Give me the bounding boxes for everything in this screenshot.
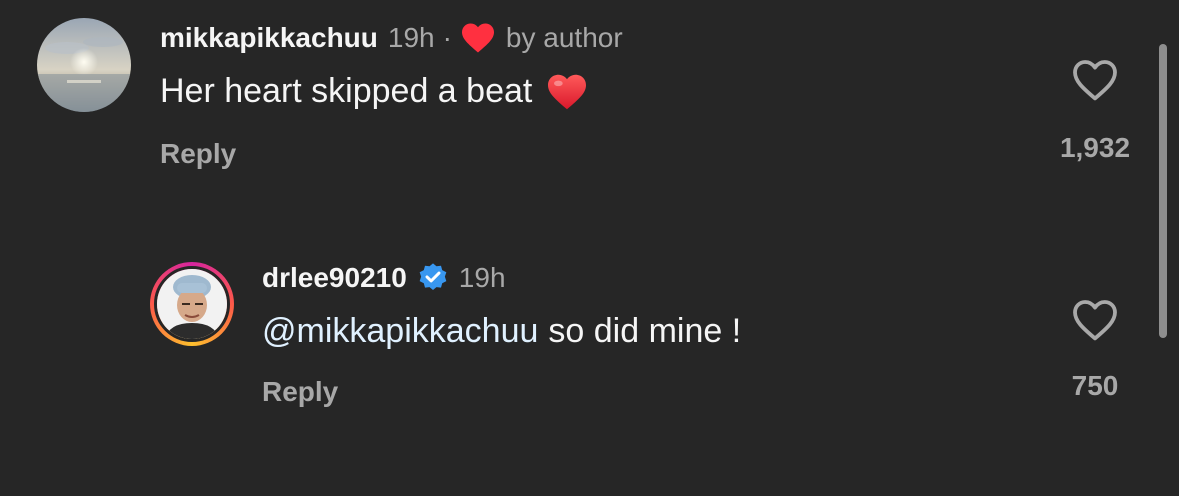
username[interactable]: mikkapikkachuu	[160, 22, 378, 54]
separator: ·	[442, 22, 452, 53]
comment-text: @mikkapikkachuu so did mine !	[262, 312, 741, 351]
comments-panel: mikkapikkachuu 19h · by author Her heart…	[0, 0, 1179, 496]
heart-emoji-icon	[546, 73, 588, 111]
avatar-image	[37, 18, 131, 112]
mention-link[interactable]: @mikkapikkachuu	[262, 312, 538, 351]
like-heart-icon[interactable]	[1071, 58, 1119, 102]
comment-header: mikkapikkachuu 19h · by author	[160, 22, 623, 54]
comment-header: drlee90210 19h	[262, 262, 506, 294]
reply-button[interactable]: Reply	[262, 376, 338, 408]
liked-by-author-label: by author	[505, 22, 623, 53]
like-count: 1,932	[1059, 132, 1131, 163]
comment-text: Her heart skipped a beat	[160, 72, 588, 111]
avatar[interactable]	[37, 18, 131, 112]
like-count: 750	[1071, 370, 1119, 401]
comment-body: so did mine !	[548, 312, 742, 350]
username[interactable]: drlee90210	[262, 262, 407, 294]
reply-comment-item: drlee90210 19h @mikkapikkachuu so did mi…	[0, 240, 1179, 440]
reply-button[interactable]: Reply	[160, 138, 236, 170]
timestamp: 19h	[387, 22, 435, 53]
comment-body: Her heart skipped a beat	[160, 72, 533, 110]
scrollbar[interactable]	[1159, 44, 1167, 338]
avatar-image	[157, 269, 227, 339]
verified-badge-icon	[417, 262, 449, 294]
comment-item: mikkapikkachuu 19h · by author Her heart…	[0, 0, 1179, 200]
timestamp: 19h	[458, 262, 506, 293]
like-heart-icon[interactable]	[1071, 298, 1119, 342]
heart-icon	[460, 22, 496, 54]
avatar[interactable]	[154, 266, 230, 342]
